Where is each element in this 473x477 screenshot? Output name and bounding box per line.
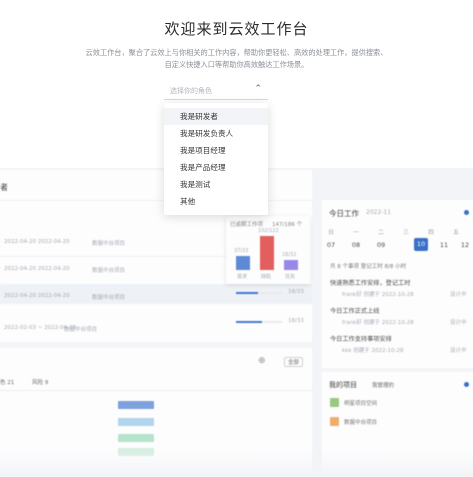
row-name: 数据中台项目 xyxy=(92,295,126,301)
chart-bar-value-label: 37/33 xyxy=(234,248,249,254)
calendar-day-today[interactable]: 10 xyxy=(414,238,428,251)
calendar-day[interactable]: 12 xyxy=(458,241,472,249)
chart-bar xyxy=(284,260,298,270)
chart-category-label: 任务 xyxy=(285,274,296,280)
chart-bar xyxy=(236,256,250,270)
today-title: 今日工作 xyxy=(329,209,359,218)
work-item-status: 设计中 xyxy=(450,320,467,326)
project-filter-dropdown[interactable]: 我管理的 xyxy=(372,381,394,389)
calendar-day[interactable]: 09 xyxy=(374,241,388,249)
role-option[interactable]: 我是项目经理 xyxy=(164,142,268,159)
filter-tab[interactable]: 风险 9 xyxy=(32,378,48,386)
role-select[interactable]: 选择你的角色 ⌃ xyxy=(164,83,268,100)
chart-bar-value-label: 18/32 xyxy=(282,252,297,258)
progress-label: 18/33 xyxy=(288,289,304,295)
info-icon[interactable]: ⊕ xyxy=(258,356,266,366)
project-icon xyxy=(330,417,339,426)
progress-fill xyxy=(236,292,258,294)
divider xyxy=(0,256,228,257)
work-item-meta: frank好 创建于 2022-10-28 xyxy=(342,320,414,326)
hero-description-line: 云效工作台，聚合了云效上与你相关的工作内容，帮助你更轻松、高效的处理工作，提供搜… xyxy=(85,48,388,57)
filter-tab[interactable]: 色 21 xyxy=(0,378,14,386)
calendar-day[interactable]: 11 xyxy=(437,241,451,249)
role-option[interactable]: 我是研发者 xyxy=(164,108,268,125)
weekday-label: 四 xyxy=(428,230,434,236)
role-option[interactable]: 我是测试 xyxy=(164,176,268,193)
work-item-meta: frank好 创建于 2022-10-28 xyxy=(342,292,414,298)
hero-description-line: 自定义快捷入口等帮助你高效触达工作场景。 xyxy=(164,60,309,69)
work-item-title[interactable]: 今日工作支持事项安排 xyxy=(330,334,392,343)
work-item-status: 设计中 xyxy=(450,292,467,298)
row-date: 2022-04-20 2022-04-20 xyxy=(4,266,70,272)
card-header: 者 xyxy=(0,183,8,192)
today-date: 2022-11 xyxy=(366,209,392,216)
row-name: 数据中台项目 xyxy=(92,268,126,274)
today-work-card: 今日工作 2022-11 日 一 二 三 四 五 07 08 09 10 11 … xyxy=(322,200,473,368)
progress-fill xyxy=(236,321,262,323)
work-item-title[interactable]: 今日工作正式上线 xyxy=(330,306,380,315)
hero-description: 云效工作台，聚合了云效上与你相关的工作内容，帮助你更轻松、高效的处理工作，提供搜… xyxy=(40,47,433,71)
status-tag xyxy=(118,434,154,442)
row-date: 2022-04-20 2022-04-20 xyxy=(4,293,70,299)
chart-category-label: 需求 xyxy=(237,274,248,280)
row-name: 数据中台项目 xyxy=(64,327,98,333)
role-option[interactable]: 我是研发负责人 xyxy=(164,125,268,142)
bottom-fade xyxy=(0,450,473,477)
chevron-up-icon: ⌃ xyxy=(254,84,262,94)
work-item-meta: kkk 创建于 2022-10-28 xyxy=(342,348,404,354)
overdue-chart-card: 已逾期工作项 147/186 个 37/33 需求 102/122 缺陷 18/32 任务 xyxy=(226,216,310,284)
all-button[interactable]: 全部 xyxy=(284,357,304,367)
row-date: 2022-04-20 2022-04-20 xyxy=(4,239,70,245)
chart-header: 已逾期工作项 xyxy=(230,222,264,228)
page-title: 欢迎来到云效工作台 xyxy=(164,20,309,38)
project-icon xyxy=(330,398,339,407)
chart-category-label: 缺陷 xyxy=(261,274,272,280)
row-name: 数据中台项目 xyxy=(92,241,126,247)
role-option[interactable]: 我是产品经理 xyxy=(164,159,268,176)
role-select-placeholder: 选择你的角色 xyxy=(170,87,212,95)
divider xyxy=(0,390,312,391)
project-name[interactable]: 数据中台项目 xyxy=(344,418,377,426)
calendar-day[interactable]: 08 xyxy=(349,241,363,249)
today-summary: 共 8 个事项 登记工时 8/8 小时 xyxy=(330,264,407,270)
chart-bar-value-label: 102/122 xyxy=(258,228,279,234)
status-tag xyxy=(118,401,154,409)
chart-count: 147/186 个 xyxy=(272,222,303,228)
role-dropdown-menu: 我是研发者 我是研发负责人 我是项目经理 我是产品经理 我是测试 其他 xyxy=(164,103,268,215)
status-tag xyxy=(118,418,154,426)
weekday-label: 日 xyxy=(328,230,334,236)
work-item-title[interactable]: 快速熟悉工作安排，登记工时 xyxy=(330,278,410,287)
weekday-label: 三 xyxy=(403,230,409,236)
weekday-label: 二 xyxy=(378,230,384,236)
my-projects-title: 我的项目 xyxy=(329,381,357,389)
project-name[interactable]: 明星项目空间 xyxy=(344,399,377,407)
weekday-label: 五 xyxy=(453,230,459,236)
calendar-day[interactable]: 07 xyxy=(324,241,338,249)
info-icon[interactable] xyxy=(464,210,469,215)
weekday-label: 一 xyxy=(353,230,359,236)
role-option[interactable]: 其他 xyxy=(164,193,268,210)
chart-bar xyxy=(260,236,274,270)
work-item-status: 设计中 xyxy=(450,348,467,354)
progress-label: 18/33 xyxy=(288,318,304,324)
info-icon[interactable] xyxy=(464,382,469,387)
